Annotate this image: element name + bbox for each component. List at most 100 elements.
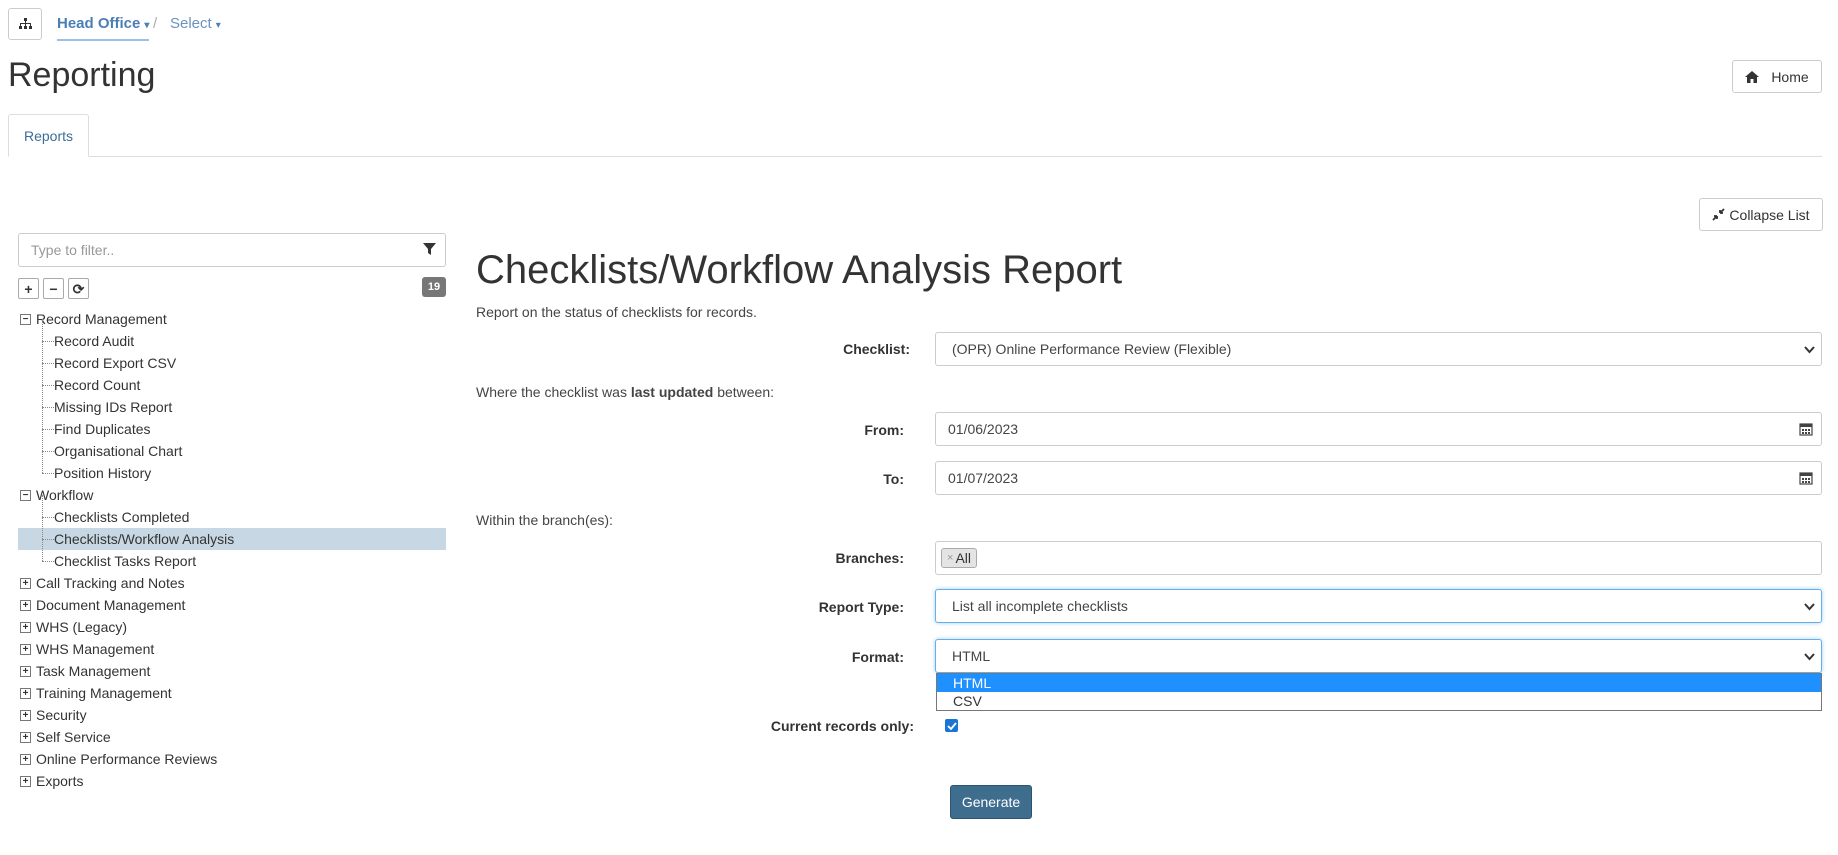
expand-node-icon[interactable]: + [20,600,31,611]
tree-node-label: Document Management [36,597,186,613]
home-icon [1745,70,1760,83]
breadcrumb-separator: / [153,15,158,32]
remove-tag-icon[interactable]: × [947,552,953,564]
branch-tag-label: All [955,550,971,566]
expand-node-icon[interactable]: + [20,622,31,633]
tree-connector [42,341,43,363]
tree-connector [42,429,54,430]
format-option-csv[interactable]: CSV [937,692,1821,710]
plus-icon: + [24,280,33,297]
refresh-button[interactable]: ⟳ [68,278,89,299]
expand-all-button[interactable]: + [18,278,39,299]
collapse-list-button[interactable]: Collapse List [1699,198,1823,231]
from-label: From: [864,422,904,438]
tree-connector [42,561,54,562]
tab-reports[interactable]: Reports [8,114,89,157]
tree-connector [42,363,43,385]
tree-connector [42,451,43,473]
filter-input[interactable] [19,234,399,266]
calendar-icon[interactable] [1799,422,1813,436]
to-date-value: 01/07/2023 [948,470,1019,486]
checklist-select-value: (OPR) Online Performance Review (Flexibl… [952,341,1232,357]
tree-leaf[interactable]: Find Duplicates [18,407,446,440]
tree-node[interactable]: + Training Management [18,682,446,704]
report-type-select[interactable]: List all incomplete checklists [935,589,1822,623]
collapse-node-icon[interactable]: − [20,314,31,325]
tree-leaf[interactable]: Missing IDs Report [18,385,446,418]
expand-node-icon[interactable]: + [20,776,31,787]
tree-node-label: Call Tracking and Notes [36,575,185,591]
home-label: Home [1771,68,1809,85]
from-date-input[interactable]: 01/06/2023 [935,412,1822,446]
tree-node[interactable]: + Document Management [18,594,446,616]
tree-leaf[interactable]: Position History [18,451,446,484]
last-updated-bold: last updated [630,384,714,400]
tree-connector [42,451,54,452]
calendar-icon[interactable] [1799,471,1813,485]
format-option-html[interactable]: HTML [937,674,1821,692]
tree-node-label: Online Performance Reviews [36,751,218,767]
home-button[interactable]: Home [1732,60,1822,93]
tree-leaf[interactable]: Record Audit [18,319,446,352]
tree-node[interactable]: + Task Management [18,660,446,682]
tree-leaf[interactable]: Organisational Chart [18,429,446,462]
tree-node[interactable]: + Online Performance Reviews [18,748,446,770]
tree-node-label: Training Management [36,685,172,701]
tree-node[interactable]: + WHS Management [18,638,446,660]
tree-connector [42,429,43,451]
last-updated-post: between: [713,384,775,400]
collapse-all-button[interactable]: − [43,278,64,299]
tree-node[interactable]: − Record Management [18,308,446,330]
format-label: Format: [851,649,904,665]
breadcrumb-select[interactable]: Select ▾ [170,15,221,32]
expand-node-icon[interactable]: + [20,666,31,677]
tree-node[interactable]: + Security [18,704,446,726]
tree-node-label: Exports [36,773,84,789]
tab-divider [8,156,1822,157]
expand-node-icon[interactable]: + [20,688,31,699]
checklist-select[interactable]: (OPR) Online Performance Review (Flexibl… [935,332,1822,366]
org-structure-button[interactable] [8,8,42,40]
tree-leaf[interactable]: Record Export CSV [18,341,446,374]
format-select[interactable]: HTML [935,639,1822,673]
collapse-node-icon[interactable]: − [20,490,31,501]
expand-node-icon[interactable]: + [20,578,31,589]
expand-node-icon[interactable]: + [20,732,31,743]
expand-node-icon[interactable]: + [20,710,31,721]
report-type-value: List all incomplete checklists [952,598,1128,614]
tree-leaf[interactable]: Checklist Tasks Report [18,539,446,572]
tree-node[interactable]: + Call Tracking and Notes [18,572,446,594]
tree-connector [42,319,43,341]
filter-icon[interactable] [423,243,436,256]
report-type-label: Report Type: [818,599,904,615]
tree-connector [42,407,54,408]
tree-connector [42,539,54,540]
branches-multiselect[interactable]: × All [935,541,1822,575]
filter-field [18,233,446,267]
tree-node[interactable]: + Self Service [18,726,446,748]
current-records-checkbox[interactable] [945,719,958,732]
tree-leaf-label: Checklists/Workflow Analysis [54,531,235,547]
tree-leaf-label: Checklist Tasks Report [54,553,197,569]
tree-node-label: Task Management [36,663,151,679]
tree-leaf[interactable]: Checklists/Workflow Analysis [18,517,446,550]
breadcrumb-head-office[interactable]: Head Office ▾ [57,15,150,41]
tree-node[interactable]: + WHS (Legacy) [18,616,446,638]
tree-connector [42,517,43,539]
branches-label: Branches: [835,550,904,566]
chevron-down-icon: ▾ [215,20,221,31]
tree-node[interactable]: + Exports [18,770,446,792]
to-date-input[interactable]: 01/07/2023 [935,461,1822,495]
tree-node-label: Self Service [36,729,111,745]
generate-button[interactable]: Generate [950,785,1032,819]
expand-node-icon[interactable]: + [20,754,31,765]
minus-icon: − [49,280,58,297]
report-tree: − Record Management Record Audit Record Exp… [18,308,446,792]
tree-leaf[interactable]: Record Count [18,363,446,396]
expand-node-icon[interactable]: + [20,644,31,655]
tree-node[interactable]: − Workflow [18,484,446,506]
chevron-down-icon [1804,653,1815,661]
tree-leaf[interactable]: Checklists Completed [18,495,446,528]
tree-leaf-label: Missing IDs Report [54,399,173,415]
to-label: To: [883,471,904,487]
